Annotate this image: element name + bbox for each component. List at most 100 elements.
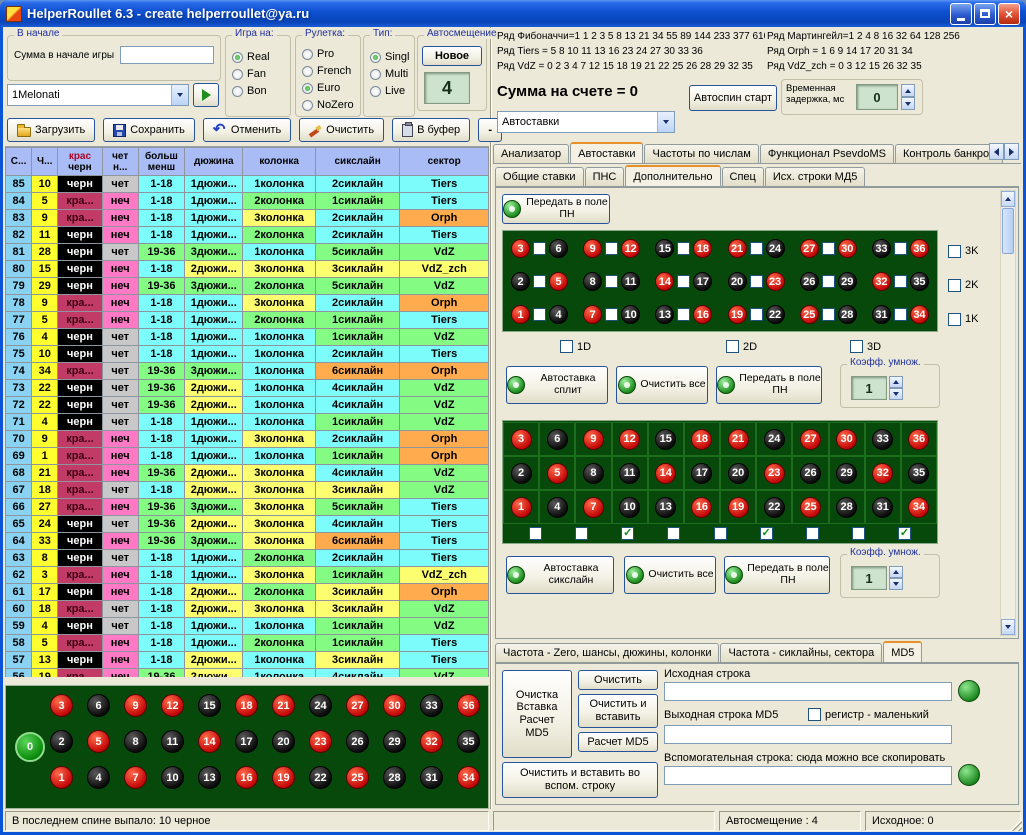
- checkbox[interactable]: [822, 275, 835, 288]
- number-chip-29[interactable]: 29: [383, 730, 406, 753]
- play-button[interactable]: [193, 83, 219, 107]
- checkbox[interactable]: [894, 242, 907, 255]
- number-chip-10[interactable]: 10: [161, 766, 184, 789]
- number-chip-34[interactable]: 34: [910, 305, 929, 324]
- table-row[interactable]: 585кра...неч1-181дюжи...2колонка1сиклайн…: [6, 635, 489, 652]
- number-chip-23[interactable]: 23: [766, 272, 785, 291]
- spin-up-button[interactable]: [889, 566, 903, 578]
- number-chip-12[interactable]: 12: [619, 429, 640, 450]
- transfer-split-button[interactable]: Передать в поле ПН: [716, 366, 822, 404]
- table-row[interactable]: 5619кра...неч19-362дюжи...1колонка4сикла…: [6, 669, 489, 678]
- register-checkbox[interactable]: регистр - маленький: [808, 708, 929, 721]
- number-chip-23[interactable]: 23: [764, 463, 785, 484]
- check-3d[interactable]: 3D: [850, 340, 881, 353]
- table-row[interactable]: 8128чернчет19-363дюжи...1колонка5сиклайн…: [6, 244, 489, 261]
- md5-clear-paste-helper-button[interactable]: Очистить и вставить во вспом. строку: [502, 762, 658, 798]
- table-row[interactable]: 764чернчет1-181дюжи...1колонка1сиклайнVd…: [6, 329, 489, 346]
- number-chip-7[interactable]: 7: [583, 305, 602, 324]
- autobet-split-button[interactable]: Автоставка сплит: [506, 366, 608, 404]
- tab-частота---zero-шансы-дюжины-колонки[interactable]: Частота - Zero, шансы, дюжины, колонки: [495, 643, 719, 662]
- close-button[interactable]: ×: [998, 3, 1020, 25]
- checkbox[interactable]: [822, 242, 835, 255]
- number-chip-35[interactable]: 35: [908, 463, 929, 484]
- number-chip-2[interactable]: 2: [511, 272, 530, 291]
- md5-helper-ball-button[interactable]: [958, 764, 980, 786]
- number-chip-36[interactable]: 36: [457, 694, 480, 717]
- number-chip-8[interactable]: 8: [583, 272, 602, 291]
- tab-scroll-left-button[interactable]: [989, 143, 1004, 160]
- autobets-combo[interactable]: Автоставки: [497, 111, 675, 133]
- checkbox[interactable]: [894, 308, 907, 321]
- number-chip-6[interactable]: 6: [549, 239, 568, 258]
- checkbox[interactable]: [850, 340, 863, 353]
- checkbox[interactable]: [605, 242, 618, 255]
- toolbar-button-undo[interactable]: Отменить: [203, 118, 291, 142]
- table-row[interactable]: 845кра...неч1-181дюжи...2колонка1сиклайн…: [6, 193, 489, 210]
- number-chip-20[interactable]: 20: [728, 272, 747, 291]
- number-chip-17[interactable]: 17: [691, 463, 712, 484]
- number-chip-16[interactable]: 16: [693, 305, 712, 324]
- checkbox[interactable]: [822, 308, 835, 321]
- tab-общие-ставки[interactable]: Общие ставки: [495, 167, 584, 186]
- spin-down-button[interactable]: [889, 388, 903, 400]
- checkbox[interactable]: [750, 275, 763, 288]
- tab-функционал-psevdoms[interactable]: Функционал PsevdoMS: [760, 144, 894, 163]
- number-chip-5[interactable]: 5: [549, 272, 568, 291]
- number-chip-11[interactable]: 11: [619, 463, 640, 484]
- number-chip-13[interactable]: 13: [655, 305, 674, 324]
- number-chip-22[interactable]: 22: [764, 497, 785, 518]
- table-row[interactable]: 638чернчет1-181дюжи...2колонка2сиклайнTi…: [6, 550, 489, 567]
- number-chip-34[interactable]: 34: [908, 497, 929, 518]
- number-chip-9[interactable]: 9: [583, 239, 602, 258]
- number-chip-0[interactable]: 0: [15, 732, 45, 762]
- clear-all-split-button[interactable]: Очистить все: [616, 366, 708, 404]
- number-chip-17[interactable]: 17: [693, 272, 712, 291]
- tab-дополнительно[interactable]: Дополнительно: [625, 165, 720, 187]
- number-chip-15[interactable]: 15: [198, 694, 221, 717]
- number-chip-24[interactable]: 24: [764, 429, 785, 450]
- tab-пнс[interactable]: ПНС: [585, 167, 625, 186]
- checkbox[interactable]: [560, 340, 573, 353]
- number-chip-14[interactable]: 14: [198, 730, 221, 753]
- number-chip-16[interactable]: 16: [691, 497, 712, 518]
- check-2d[interactable]: 2D: [726, 340, 757, 353]
- checkbox[interactable]: [726, 340, 739, 353]
- number-chip-25[interactable]: 25: [800, 305, 819, 324]
- radio-euro[interactable]: Euro: [302, 80, 360, 96]
- number-chip-13[interactable]: 13: [198, 766, 221, 789]
- checkbox[interactable]: [948, 245, 961, 258]
- table-row[interactable]: 6018кра...чет1-182дюжи...3колонка3сиклай…: [6, 601, 489, 618]
- number-chip-31[interactable]: 31: [872, 497, 893, 518]
- check-3k[interactable]: 3K: [948, 234, 978, 268]
- md5-calc-button[interactable]: Расчет MD5: [578, 732, 658, 752]
- number-chip-11[interactable]: 11: [161, 730, 184, 753]
- checkbox[interactable]: [605, 275, 618, 288]
- resize-grip[interactable]: [1010, 819, 1022, 831]
- number-chip-2[interactable]: 2: [511, 463, 532, 484]
- table-row[interactable]: 594чернчет1-181дюжи...1колонка1сиклайнVd…: [6, 618, 489, 635]
- radio-nozero[interactable]: NoZero: [302, 97, 360, 113]
- number-chip-20[interactable]: 20: [272, 730, 295, 753]
- number-chip-33[interactable]: 33: [420, 694, 443, 717]
- md5-source-ball-button[interactable]: [958, 680, 980, 702]
- number-chip-8[interactable]: 8: [583, 463, 604, 484]
- number-chip-27[interactable]: 27: [800, 239, 819, 258]
- number-chip-12[interactable]: 12: [621, 239, 640, 258]
- number-chip-1[interactable]: 1: [50, 766, 73, 789]
- number-chip-32[interactable]: 32: [872, 463, 893, 484]
- number-chip-36[interactable]: 36: [910, 239, 929, 258]
- table-row[interactable]: 8015черннеч1-182дюжи...3колонка3сиклайнV…: [6, 261, 489, 278]
- scroll-thumb[interactable]: [1002, 208, 1014, 254]
- scroll-track[interactable]: [1001, 255, 1015, 619]
- number-chip-27[interactable]: 27: [800, 429, 821, 450]
- number-chip-36[interactable]: 36: [908, 429, 929, 450]
- number-chip-25[interactable]: 25: [800, 497, 821, 518]
- tab-частоты-по-числам[interactable]: Частоты по числам: [644, 144, 758, 163]
- number-chip-28[interactable]: 28: [836, 497, 857, 518]
- number-chip-19[interactable]: 19: [728, 497, 749, 518]
- table-row[interactable]: 6117черннеч1-182дюжи...2колонка3сиклайнO…: [6, 584, 489, 601]
- checkbox[interactable]: [852, 527, 865, 540]
- chevron-down-icon[interactable]: [171, 85, 188, 105]
- table-row[interactable]: 714чернчет1-181дюжи...1колонка1сиклайнVd…: [6, 414, 489, 431]
- number-chip-23[interactable]: 23: [309, 730, 332, 753]
